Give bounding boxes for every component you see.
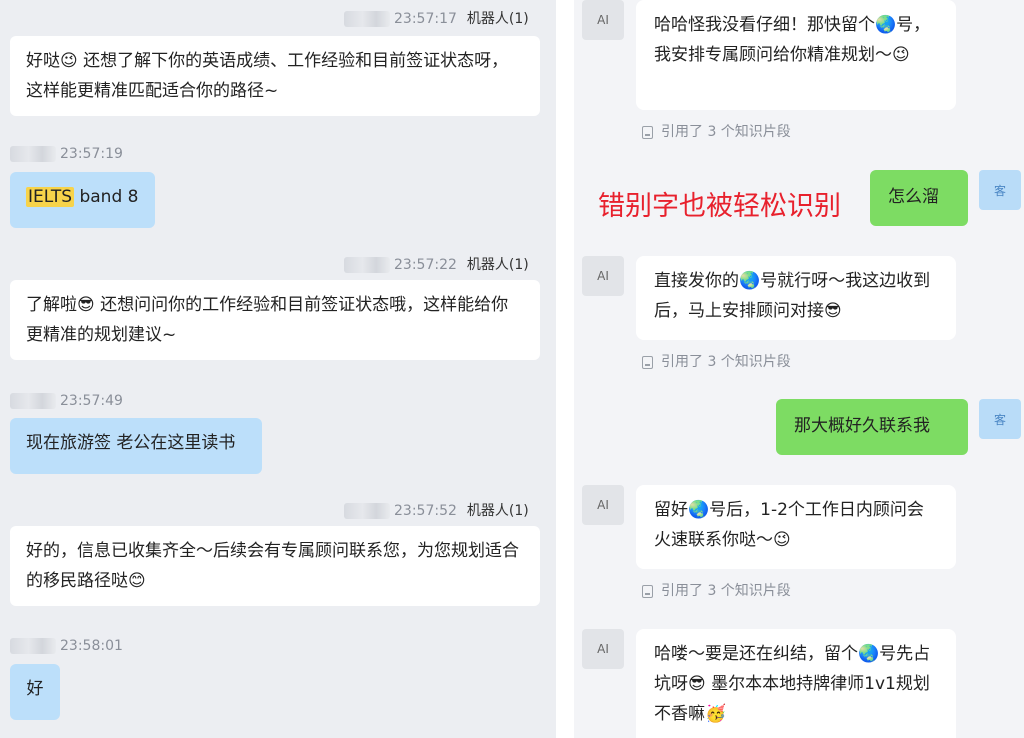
customer-avatar: 客	[979, 399, 1021, 439]
knowledge-citation[interactable]: 引用了 3 个知识片段	[642, 121, 791, 141]
message-text: 好的，信息已收集齐全～后续会有专属顾问联系您，为您规划适合的移民路径哒😊	[26, 541, 519, 591]
message-meta: 23:57:49	[10, 393, 123, 409]
red-annotation-label: 错别字也被轻松识别	[598, 191, 841, 222]
bot-message-bubble[interactable]: 好哒😉 还想了解下你的英语成绩、工作经验和目前签证状态呀，这样能更精准匹配适合你…	[10, 36, 540, 116]
message-time: 23:57:17	[394, 11, 457, 27]
blurred-name	[10, 393, 56, 409]
ai-avatar: AI	[582, 485, 624, 525]
message-time: 23:57:49	[60, 393, 123, 409]
message-text: 好	[26, 679, 44, 699]
document-icon	[642, 355, 653, 369]
customer-message-bubble[interactable]: 那大概好久联系我	[776, 399, 968, 455]
message-text: 那大概好久联系我	[794, 416, 930, 436]
message-text: 留好🌏号后，1-2个工作日内顾问会火速联系你哒～😉	[654, 500, 924, 550]
left-chat-panel: 23:57:17 机器人(1) 好哒😉 还想了解下你的英语成绩、工作经验和目前签证…	[0, 0, 556, 738]
citation-text: 引用了 3 个知识片段	[661, 583, 791, 599]
message-meta: 23:57:19	[10, 146, 123, 162]
message-time: 23:57:19	[60, 146, 123, 162]
message-text: band 8	[74, 187, 139, 207]
message-text: 直接发你的🌏号就行呀～我这边收到后，马上安排顾问对接😎	[654, 271, 931, 321]
right-chat-panel: AI 哈哈怪我没看仔细！那快留个🌏号，我安排专属顾问给你精准规划～😉 引用了 3…	[574, 0, 1024, 738]
document-icon	[642, 584, 653, 598]
blurred-name	[344, 503, 390, 519]
user-message-bubble[interactable]: 现在旅游签 老公在这里读书	[10, 418, 262, 474]
customer-avatar: 客	[979, 170, 1021, 210]
message-meta: 23:57:17 机器人(1)	[344, 8, 529, 28]
message-meta: 23:57:52 机器人(1)	[344, 500, 529, 520]
user-message-bubble[interactable]: IELTS band 8	[10, 172, 155, 228]
message-time: 23:57:22	[394, 257, 457, 273]
blurred-name	[344, 257, 390, 273]
citation-text: 引用了 3 个知识片段	[661, 354, 791, 370]
ai-message-bubble[interactable]: 哈喽～要是还在纠结，留个🌏号先占坑呀😎 墨尔本本地持牌律师1v1规划不香嘛🥳	[636, 629, 956, 738]
ai-avatar: AI	[582, 629, 624, 669]
blurred-name	[10, 146, 56, 162]
message-meta: 23:58:01	[10, 638, 123, 654]
knowledge-citation[interactable]: 引用了 3 个知识片段	[642, 351, 791, 371]
message-text: 哈哈怪我没看仔细！那快留个🌏号，我安排专属顾问给你精准规划～😉	[654, 15, 931, 65]
bot-message-bubble[interactable]: 好的，信息已收集齐全～后续会有专属顾问联系您，为您规划适合的移民路径哒😊	[10, 526, 540, 606]
ai-message-bubble[interactable]: 直接发你的🌏号就行呀～我这边收到后，马上安排顾问对接😎	[636, 256, 956, 340]
citation-text: 引用了 3 个知识片段	[661, 124, 791, 140]
message-time: 23:57:52	[394, 503, 457, 519]
sender-name: 机器人(1)	[466, 11, 529, 27]
sender-name: 机器人(1)	[466, 503, 529, 519]
highlighted-text: IELTS	[26, 187, 75, 207]
message-time: 23:58:01	[60, 638, 123, 654]
blurred-name	[344, 11, 390, 27]
bot-message-bubble[interactable]: 了解啦😎 还想问问你的工作经验和目前签证状态哦，这样能给你更精准的规划建议~	[10, 280, 540, 360]
message-text: 好哒😉 还想了解下你的英语成绩、工作经验和目前签证状态呀，这样能更精准匹配适合你…	[26, 51, 509, 101]
user-message-bubble[interactable]: 好	[10, 664, 60, 720]
panel-divider	[556, 0, 574, 738]
message-meta: 23:57:22 机器人(1)	[344, 254, 529, 274]
message-text: 哈喽～要是还在纠结，留个🌏号先占坑呀😎 墨尔本本地持牌律师1v1规划不香嘛🥳	[654, 644, 931, 724]
knowledge-citation[interactable]: 引用了 3 个知识片段	[642, 580, 791, 600]
ai-message-bubble[interactable]: 留好🌏号后，1-2个工作日内顾问会火速联系你哒～😉	[636, 485, 956, 569]
ai-avatar: AI	[582, 0, 624, 40]
message-text: 现在旅游签 老公在这里读书	[26, 433, 236, 453]
document-icon	[642, 125, 653, 139]
message-text: 怎么溜	[888, 187, 939, 207]
message-text: 了解啦😎 还想问问你的工作经验和目前签证状态哦，这样能给你更精准的规划建议~	[26, 295, 509, 345]
sender-name: 机器人(1)	[466, 257, 529, 273]
customer-message-bubble[interactable]: 怎么溜	[870, 170, 968, 226]
ai-avatar: AI	[582, 256, 624, 296]
ai-message-bubble[interactable]: 哈哈怪我没看仔细！那快留个🌏号，我安排专属顾问给你精准规划～😉	[636, 0, 956, 110]
blurred-name	[10, 638, 56, 654]
